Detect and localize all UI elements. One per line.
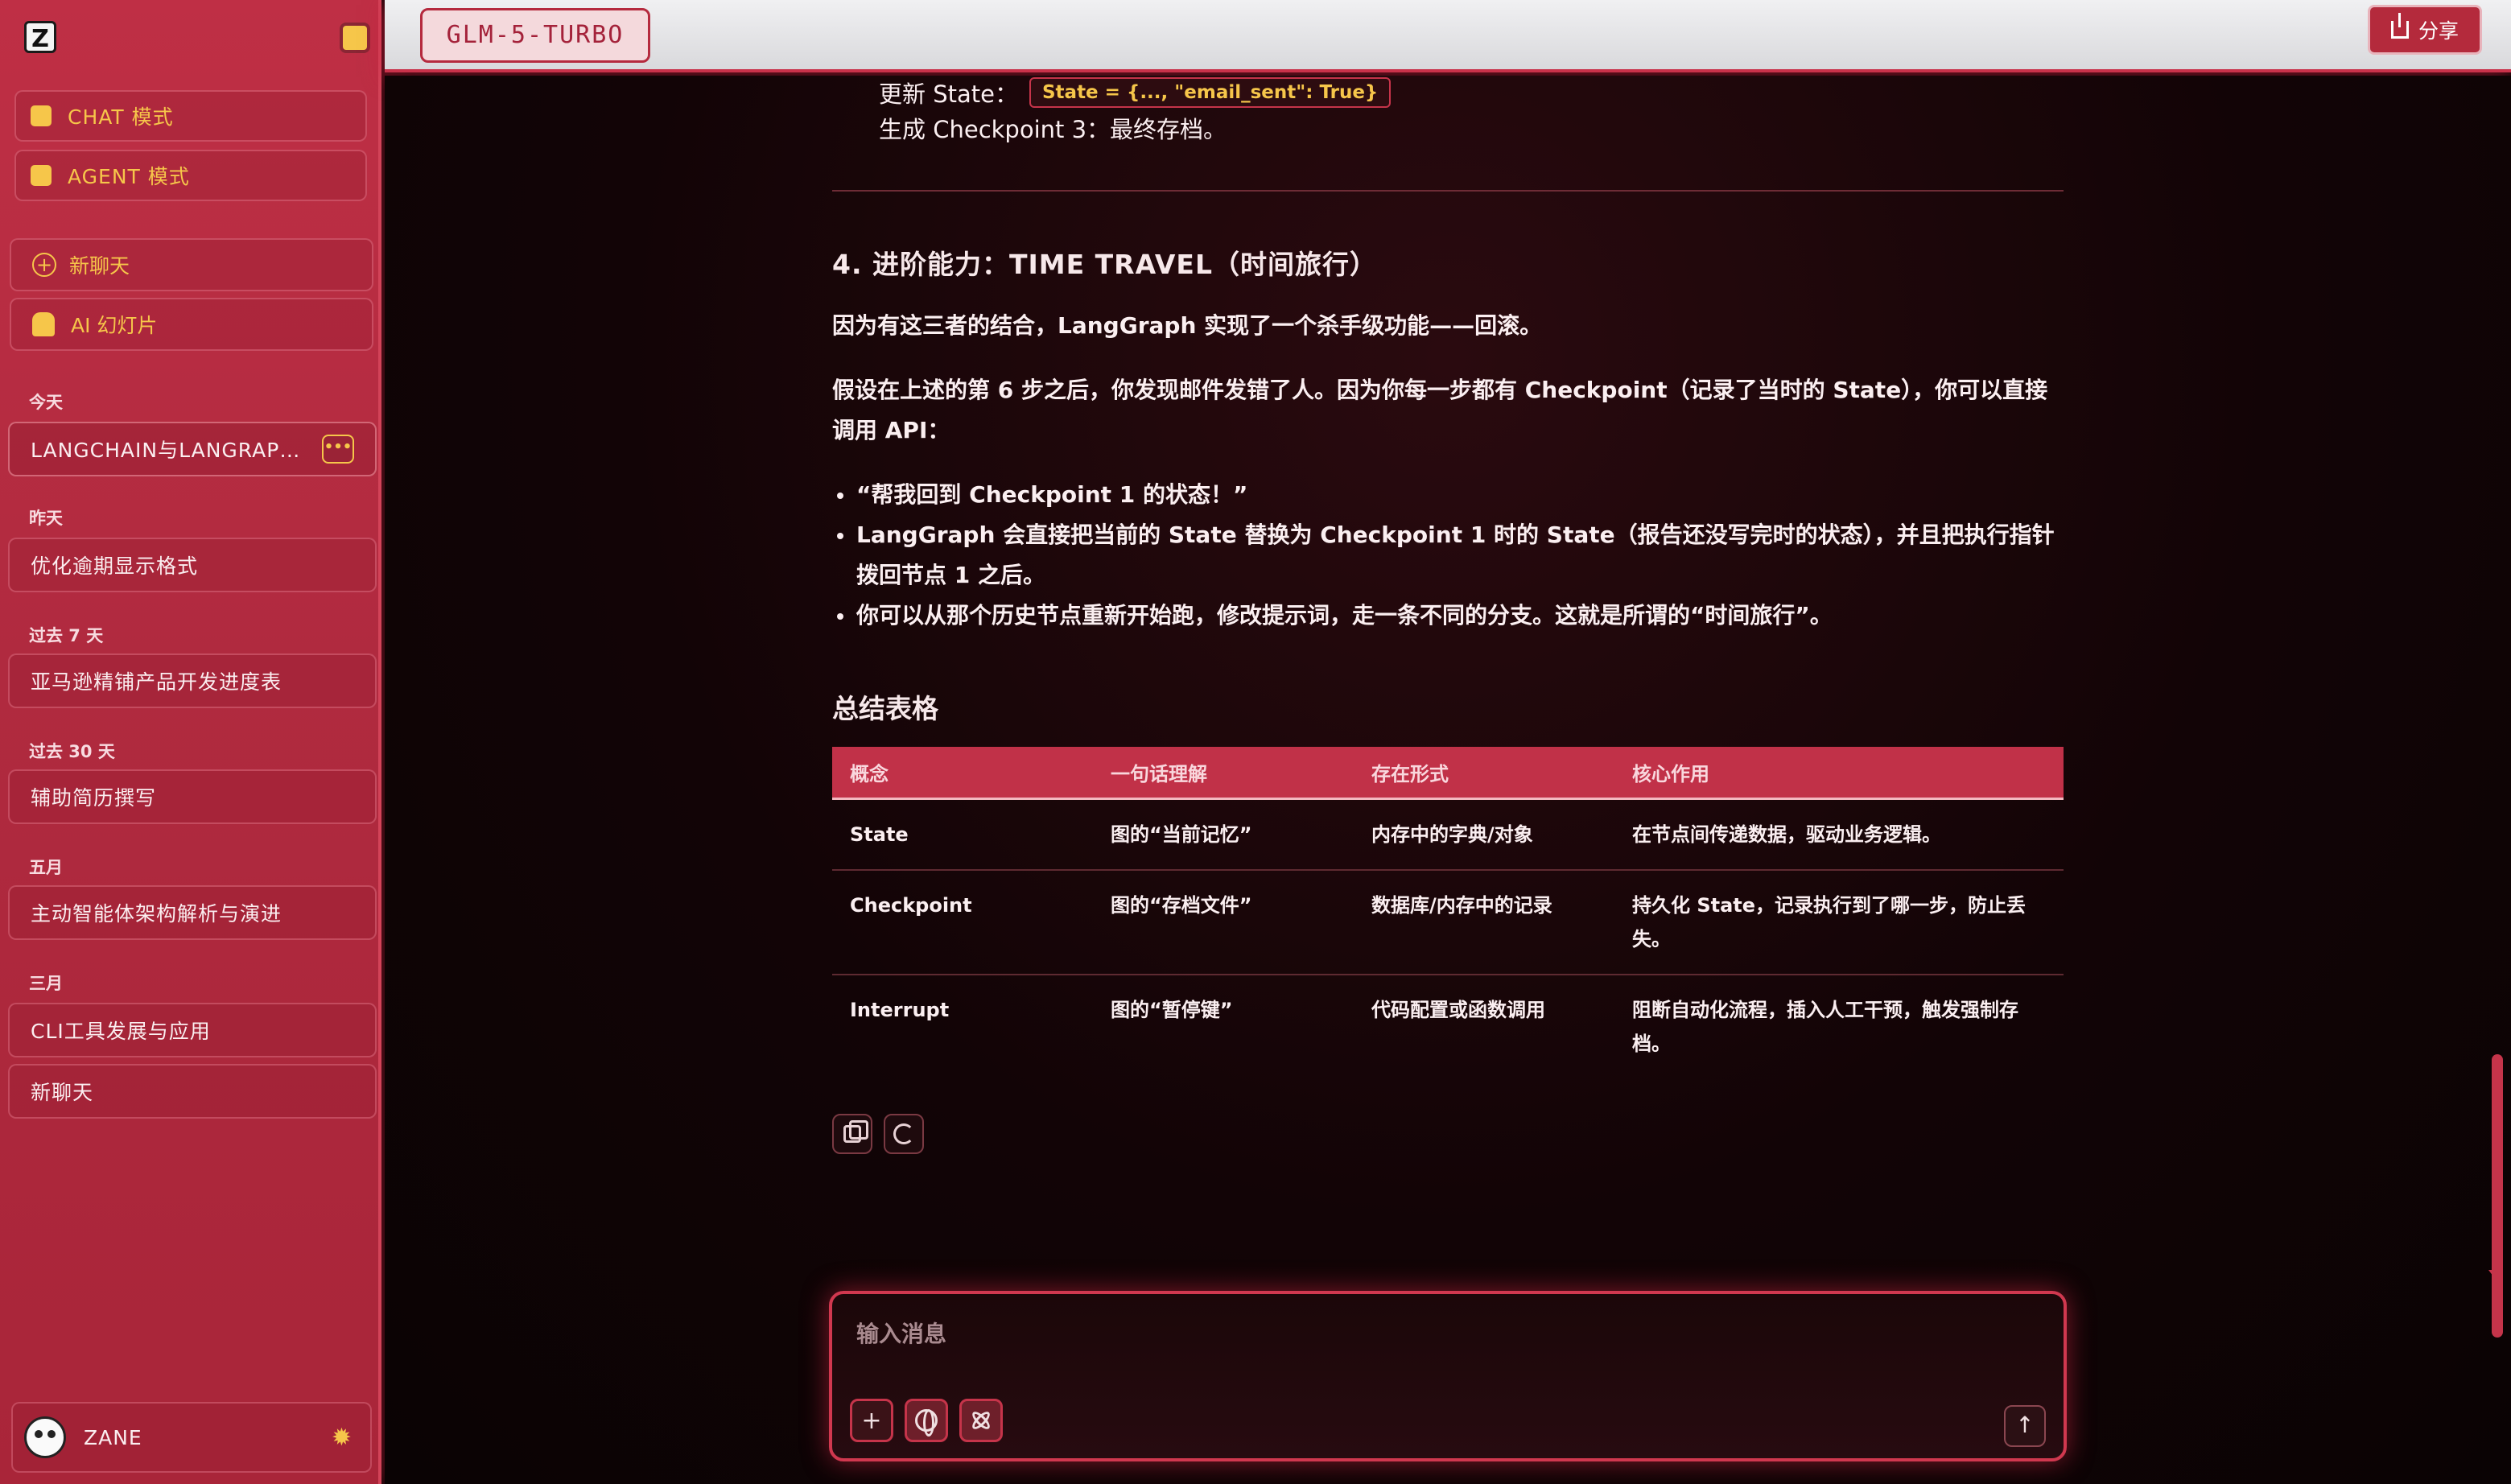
- conversation-title: CLI工具发展与应用: [31, 1020, 211, 1043]
- table-cell: 数据库/内存中的记录: [1354, 869, 1614, 975]
- top-bar: GLM-5-TURBO 分享: [385, 0, 2511, 72]
- scrollbar-thumb[interactable]: [2492, 1054, 2503, 1338]
- attach-button[interactable]: +: [850, 1399, 893, 1442]
- share-button[interactable]: 分享: [2368, 5, 2482, 55]
- arrow-up-icon: ↑: [2015, 1412, 2035, 1438]
- paragraph: 因为有这三者的结合，LangGraph 实现了一个杀手级功能——回滚。: [832, 312, 1543, 339]
- message-composer: + ↑: [829, 1291, 2067, 1461]
- table-header-row: 概念 一句话理解 存在形式 核心作用: [832, 747, 2064, 800]
- ai-slides-button[interactable]: AI 幻灯片: [10, 298, 373, 351]
- table-cell: Checkpoint: [832, 869, 1093, 975]
- copy-icon: [843, 1120, 868, 1143]
- table-cell: 持久化 State，记录执行到了哪一步，防止丢失。: [1614, 869, 2064, 975]
- conversation-title: 主动智能体架构解析与演进: [31, 902, 282, 925]
- checkpoint-line: 生成 Checkpoint 3：最终存档。: [879, 116, 1227, 143]
- model-selector-button[interactable]: GLM-5-TURBO: [420, 8, 650, 63]
- group-label-march: 三月: [29, 974, 63, 993]
- conversation-item[interactable]: 辅助简历撰写: [8, 769, 377, 824]
- summary-table: 概念 一句话理解 存在形式 核心作用 State 图的“当前记忆” 内存中的字典…: [832, 747, 2064, 1078]
- composer-toolbar: +: [850, 1399, 1014, 1442]
- divider: [832, 190, 2064, 192]
- group-label-past-7-days: 过去 7 天: [29, 626, 104, 645]
- plus-circle-icon: +: [32, 253, 56, 277]
- ai-slides-label: AI 幻灯片: [71, 314, 158, 337]
- list-item: “帮我回到 Checkpoint 1 的状态！”: [832, 475, 2064, 515]
- conversation-title: 辅助简历撰写: [31, 786, 157, 810]
- table-row: State 图的“当前记忆” 内存中的字典/对象 在节点间传递数据，驱动业务逻辑…: [832, 798, 2064, 871]
- table-row: Checkpoint 图的“存档文件” 数据库/内存中的记录 持久化 State…: [832, 869, 2064, 975]
- table-cell: 内存中的字典/对象: [1354, 798, 1614, 871]
- send-button[interactable]: ↑: [2004, 1405, 2046, 1447]
- state-update-line: 更新 State： State = {..., "email_sent": Tr…: [879, 76, 1392, 109]
- copy-button[interactable]: [832, 1114, 872, 1154]
- atom-icon: [970, 1409, 992, 1432]
- sidebar-toggle-button[interactable]: [340, 23, 370, 53]
- share-label: 分享: [2418, 19, 2459, 43]
- regenerate-button[interactable]: [884, 1114, 924, 1154]
- new-chat-label: 新聊天: [69, 254, 130, 278]
- scroll-down-arrow-icon[interactable]: [2488, 1270, 2503, 1280]
- state-label: 更新 State：: [879, 80, 1018, 108]
- avatar: [24, 1416, 66, 1458]
- share-icon: [2390, 13, 2409, 39]
- table-cell: State: [832, 798, 1093, 871]
- group-label-may: 五月: [29, 858, 63, 877]
- conversation-title: 新聊天: [31, 1081, 94, 1104]
- globe-icon: [915, 1409, 938, 1437]
- user-name: ZANE: [84, 1425, 142, 1449]
- paragraph: 假设在上述的第 6 步之后，你发现邮件发错了人。因为你每一步都有 Checkpo…: [832, 377, 2048, 443]
- conversation-item[interactable]: 亚马逊精铺产品开发进度表: [8, 653, 377, 708]
- chat-mode-label: CHAT 模式: [68, 105, 174, 129]
- table-cell: 图的“存档文件”: [1093, 869, 1354, 975]
- group-label-yesterday: 昨天: [29, 509, 63, 528]
- gear-icon[interactable]: ✹: [332, 1426, 353, 1450]
- agent-mode-label: AGENT 模式: [68, 165, 190, 188]
- conversation-title: 亚马逊精铺产品开发进度表: [31, 670, 282, 694]
- plus-icon: +: [861, 1406, 882, 1435]
- app-logo[interactable]: Z: [24, 21, 56, 53]
- slides-icon: [32, 312, 55, 336]
- chat-area: 更新 State： State = {..., "email_sent": Tr…: [385, 76, 2511, 1484]
- message-actions: [832, 1114, 935, 1154]
- conversation-item-active[interactable]: LANGCHAIN与LANGRAPH... •••: [8, 422, 377, 476]
- user-profile[interactable]: ZANE ✹: [11, 1402, 372, 1473]
- table-heading: 总结表格: [832, 693, 938, 724]
- conversation-item[interactable]: 主动智能体架构解析与演进: [8, 885, 377, 940]
- sidebar: Z CHAT 模式 AGENT 模式 + 新聊天 AI 幻灯片 今天 LANGC…: [0, 0, 381, 1484]
- chat-mode-button[interactable]: CHAT 模式: [14, 90, 367, 142]
- refresh-icon: [893, 1123, 914, 1144]
- column-header: 概念: [832, 747, 1093, 800]
- section-heading: 4. 进阶能力：TIME TRAVEL（时间旅行）: [832, 249, 1377, 280]
- conversation-title: LANGCHAIN与LANGRAPH...: [31, 439, 312, 462]
- table-cell: 图的“当前记忆”: [1093, 798, 1354, 871]
- group-label-past-30-days: 过去 30 天: [29, 742, 115, 761]
- column-header: 一句话理解: [1093, 747, 1354, 800]
- web-search-button[interactable]: [905, 1399, 948, 1442]
- conversation-item[interactable]: CLI工具发展与应用: [8, 1003, 377, 1057]
- table-cell: 代码配置或函数调用: [1371, 998, 1545, 1021]
- list-item: 你可以从那个历史节点重新开始跑，修改提示词，走一条不同的分支。这就是所谓的“时间…: [832, 596, 2064, 636]
- table-cell: 在节点间传递数据，驱动业务逻辑。: [1614, 798, 2064, 871]
- message-input[interactable]: [856, 1313, 2031, 1354]
- table-cell: 图的“暂停键”: [1111, 998, 1233, 1021]
- list-item: LangGraph 会直接把当前的 State 替换为 Checkpoint 1…: [832, 515, 2064, 596]
- group-label-today: 今天: [29, 393, 63, 412]
- conversation-item[interactable]: 新聊天: [8, 1064, 377, 1119]
- bullet-list: “帮我回到 Checkpoint 1 的状态！” LangGraph 会直接把当…: [832, 475, 2064, 636]
- new-chat-button[interactable]: + 新聊天: [10, 238, 373, 291]
- table-row: Interrupt 图的“暂停键” 代码配置或函数调用 阻断自动化流程，插入人工…: [832, 975, 2064, 1078]
- conversation-title: 优化逾期显示格式: [31, 554, 199, 578]
- table-cell: Interrupt: [850, 998, 950, 1021]
- inline-code: State = {..., "email_sent": True}: [1029, 77, 1392, 108]
- chat-mode-icon: [31, 105, 52, 126]
- agent-mode-button[interactable]: AGENT 模式: [14, 150, 367, 201]
- conversation-item[interactable]: 优化逾期显示格式: [8, 538, 377, 592]
- more-options-icon[interactable]: •••: [322, 435, 354, 464]
- column-header: 存在形式: [1354, 747, 1614, 800]
- agent-mode-icon: [31, 165, 52, 186]
- column-header: 核心作用: [1614, 747, 2064, 800]
- table-cell: 阻断自动化流程，插入人工干预，触发强制存档。: [1632, 998, 2018, 1055]
- deep-think-button[interactable]: [959, 1399, 1003, 1442]
